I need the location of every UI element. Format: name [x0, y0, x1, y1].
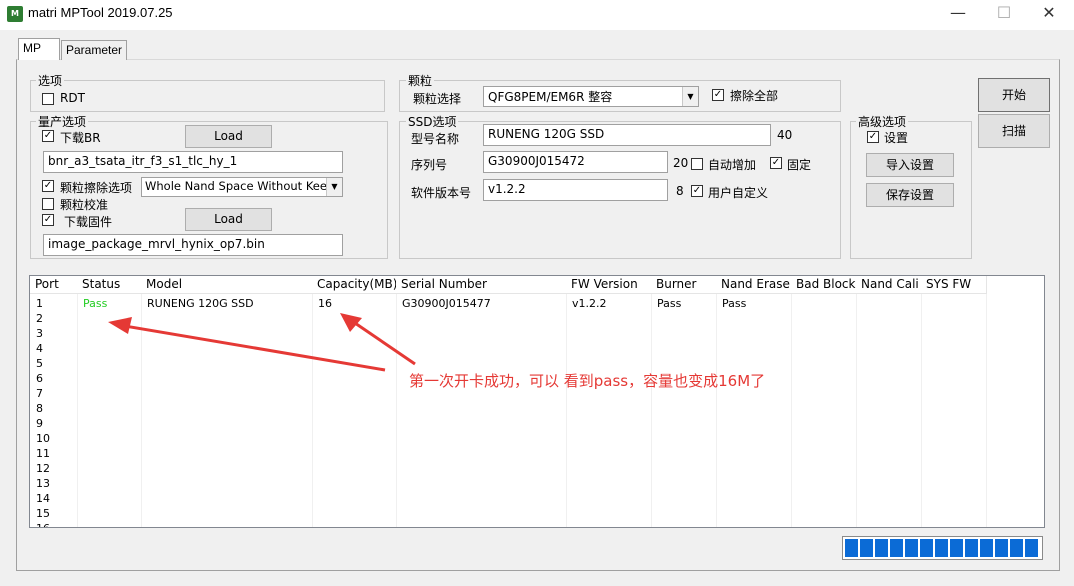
progress-segment	[995, 539, 1008, 557]
progress-segment	[860, 539, 873, 557]
arrow-head-capacity	[340, 313, 362, 332]
progress-segment	[1010, 539, 1023, 557]
progress-segment	[965, 539, 978, 557]
progress-bar	[842, 536, 1043, 560]
progress-segment	[890, 539, 903, 557]
progress-segment	[905, 539, 918, 557]
progress-segment	[875, 539, 888, 557]
progress-segment	[935, 539, 948, 557]
progress-segment	[1025, 539, 1038, 557]
arrow-to-capacity	[351, 319, 416, 366]
progress-segment	[980, 539, 993, 557]
annotation-text: 第一次开卡成功，可以 看到pass，容量也变成16M了	[409, 372, 766, 390]
arrow-to-status	[124, 324, 386, 372]
progress-segment	[920, 539, 933, 557]
arrow-head-status	[108, 317, 132, 334]
annotation-arrows	[108, 313, 416, 372]
progress-segment	[950, 539, 963, 557]
progress-segment	[845, 539, 858, 557]
